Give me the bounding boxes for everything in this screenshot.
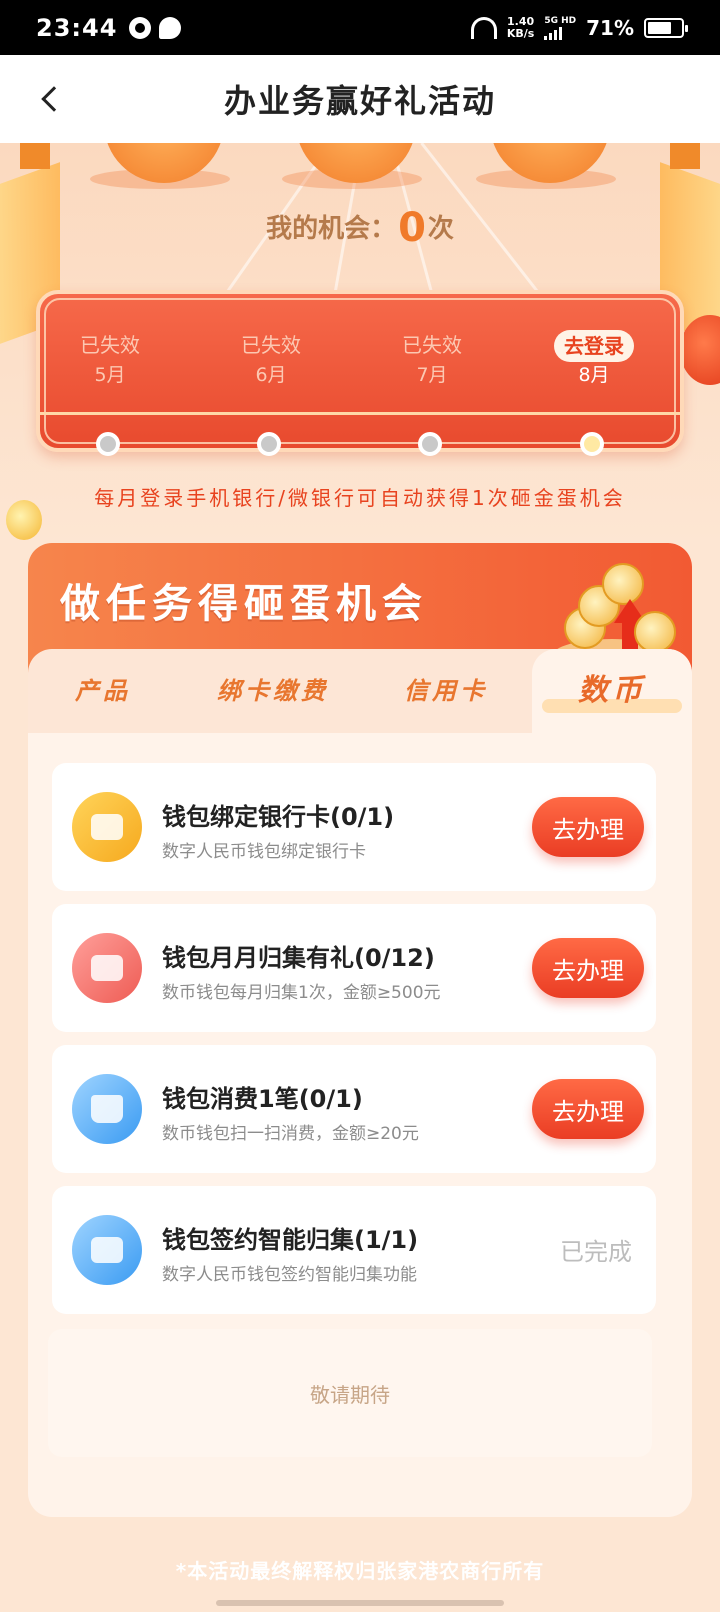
month-label: 5月 — [94, 364, 126, 386]
task-item: 钱包月月归集有礼(0/12) 数币钱包每月归集1次，金额≥500元 去办理 — [52, 904, 656, 1032]
tab-products[interactable]: 产品 — [48, 649, 158, 733]
coin-icon — [6, 500, 42, 540]
month-item-current: 去登录 8月 — [524, 330, 664, 456]
nav-bar: 办业务赢好礼活动 — [0, 55, 720, 143]
month-status: 已失效 — [402, 333, 462, 357]
task-desc: 数字人民币钱包绑定银行卡 — [162, 842, 366, 862]
tab-digital-currency[interactable]: 数币 — [532, 649, 692, 733]
go-login-button[interactable]: 去登录 — [554, 330, 634, 362]
task-item: 钱包消费1笔(0/1) 数币钱包扫一扫消费，金额≥20元 去办理 — [52, 1045, 656, 1173]
card-link-icon — [72, 792, 142, 862]
network-speed: 1.40 KB/s — [506, 14, 535, 40]
task-name: 钱包消费1笔(0/1) — [162, 1085, 363, 1113]
signal-icon — [544, 26, 576, 40]
collect-icon — [72, 933, 142, 1003]
shopping-bag-icon — [72, 1074, 142, 1144]
chevron-left-icon — [41, 86, 67, 112]
tab-bind-card-payment[interactable]: 绑卡缴费 — [198, 649, 348, 733]
alarm-icon — [129, 16, 152, 39]
go-handle-button[interactable]: 去办理 — [532, 1079, 644, 1139]
my-chances: 我的机会：0次 — [266, 205, 454, 251]
timeline-dot — [257, 432, 281, 456]
month-label: 6月 — [255, 364, 287, 386]
status-bar: 23:44 1.40 KB/s 5G HD 71% — [0, 0, 720, 55]
task-desc: 数字人民币钱包签约智能归集功能 — [162, 1265, 417, 1285]
completed-label: 已完成 — [560, 1238, 632, 1266]
timeline-dot-active — [580, 432, 604, 456]
page-title: 办业务赢好礼活动 — [223, 82, 496, 120]
timeline-dot — [96, 432, 120, 456]
month-label: 7月 — [416, 364, 448, 386]
task-item: 钱包签约智能归集(1/1) 数字人民币钱包签约智能归集功能 已完成 — [52, 1186, 656, 1314]
status-time: 23:44 — [36, 13, 118, 42]
go-handle-button[interactable]: 去办理 — [532, 938, 644, 998]
timeline-line — [40, 412, 680, 415]
task-name: 钱包签约智能归集(1/1) — [162, 1226, 419, 1254]
battery-percent: 71% — [586, 15, 634, 40]
task-desc: 数币钱包每月归集1次，金额≥500元 — [162, 983, 441, 1003]
task-section-title: 做任务得砸蛋机会 — [60, 581, 428, 627]
network-type: 5G HD — [544, 15, 577, 26]
task-name: 钱包月月归集有礼(0/12) — [162, 944, 435, 972]
footer-disclaimer: *本活动最终解释权归张家港农商行所有 — [175, 1559, 545, 1583]
home-indicator[interactable] — [216, 1600, 504, 1606]
message-icon — [159, 16, 182, 39]
download-box-icon — [72, 1215, 142, 1285]
month-item: 已失效 7月 — [362, 330, 502, 456]
speedometer-icon — [470, 16, 497, 39]
month-label: 8月 — [578, 364, 610, 386]
month-item: 已失效 6月 — [201, 330, 341, 456]
flag-icon — [20, 143, 50, 169]
back-button[interactable] — [30, 79, 70, 119]
flag-icon — [670, 143, 700, 169]
coming-soon-card: 敬请期待 — [48, 1329, 652, 1457]
monthly-login-card: 已失效 5月 已失效 6月 已失效 7月 去登录 8月 — [36, 290, 684, 456]
month-status: 已失效 — [80, 333, 140, 357]
month-status: 已失效 — [241, 333, 301, 357]
go-handle-button[interactable]: 去办理 — [532, 797, 644, 857]
task-item: 钱包绑定银行卡(0/1) 数字人民币钱包绑定银行卡 去办理 — [52, 763, 656, 891]
task-name: 钱包绑定银行卡(0/1) — [162, 803, 395, 831]
task-panel: 做任务得砸蛋机会 产品 绑卡缴费 信用卡 数币 钱包绑定银行卡(0/1) 数字人… — [28, 543, 692, 1517]
tab-credit-card[interactable]: 信用卡 — [386, 649, 506, 733]
chances-count: 0 — [398, 205, 426, 251]
task-desc: 数币钱包扫一扫消费，金额≥20元 — [162, 1124, 419, 1144]
login-tip: 每月登录手机银行/微银行可自动获得1次砸金蛋机会 — [94, 486, 626, 510]
tab-bar: 产品 绑卡缴费 信用卡 数币 — [28, 649, 692, 733]
timeline-dot — [418, 432, 442, 456]
month-item: 已失效 5月 — [40, 330, 180, 456]
battery-icon — [644, 17, 688, 38]
